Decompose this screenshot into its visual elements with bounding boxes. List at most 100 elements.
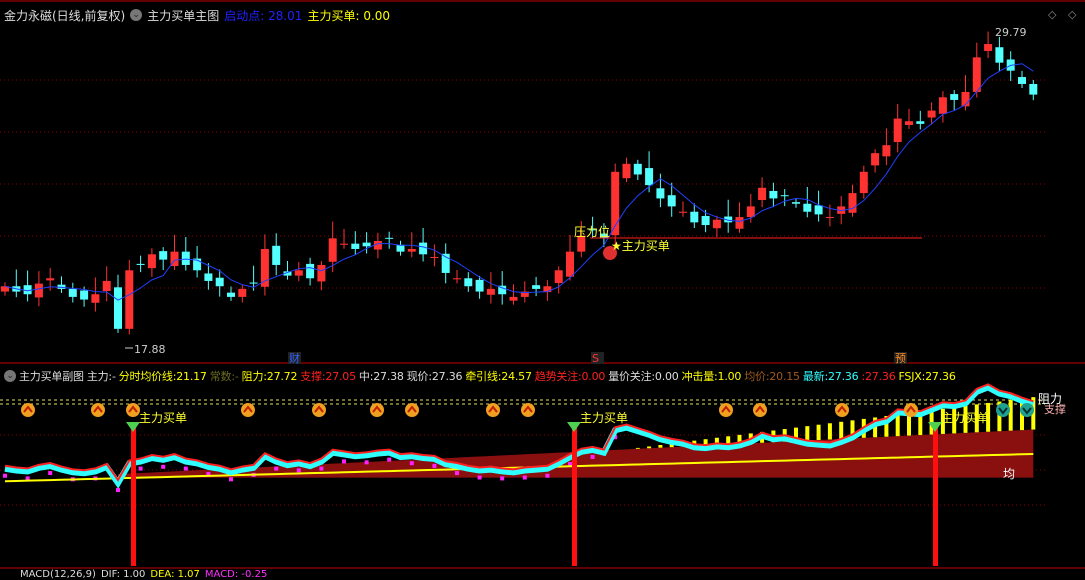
candle-down [114,287,122,329]
candle-down [362,242,371,247]
up-arrow-icon [405,403,419,417]
candle-down [995,47,1004,63]
yellow-bar [647,446,652,449]
candle-up [147,254,156,269]
magenta-bar [48,471,53,476]
magenta-bar [229,477,233,482]
magenta-bar [319,466,324,471]
candle-down [780,195,789,197]
high-price-label: 29.79 [995,26,1027,39]
candle-down [396,244,405,252]
candle-up [486,288,495,295]
magenta-bar [138,466,143,471]
buy-signal-triangle-icon [567,422,581,432]
candle-down [306,263,315,279]
up-arrow-icon [126,403,140,417]
candle-up [554,270,563,284]
avg-label: 均 [1003,467,1015,481]
magenta-bar [500,476,505,481]
up-arrow-icon [753,403,767,417]
candle-up [294,270,303,276]
candle-up [746,206,755,218]
candle-down [68,288,77,297]
magenta-bar [590,454,595,459]
candle-down [464,278,473,287]
candle-up [622,163,631,179]
candle-down [701,215,710,226]
candle-down [136,263,145,265]
candle-down [814,205,823,215]
candle-up [825,217,834,219]
magenta-bar [455,471,459,476]
buy-signal-bar [131,428,136,566]
candle-down [215,277,224,287]
event-cai-marker: 财 [289,351,300,365]
magenta-bar [364,460,369,465]
candle-up [34,283,43,298]
candle-up [758,187,767,201]
up-arrow-icon [719,403,733,417]
kline-chart[interactable]: 17.8829.79压力位★主力买单财 S 预主力买单 主力买单 主力买单阻力支撑均 [0,0,1085,580]
candle-down [690,211,699,223]
candle-up [938,97,947,114]
candle-up [905,121,913,125]
up-arrow-icon [241,403,255,417]
event-s-marker: S [592,352,599,365]
sub-buy-label: 主力买单 [580,411,628,425]
magenta-bar [183,466,188,471]
yellow-bar [805,426,810,441]
candle-down [916,121,925,124]
buy-signal-bar [933,428,938,566]
magenta-bar [161,464,166,469]
candle-up [871,153,880,166]
candle-down [181,251,190,265]
candle-down [1029,83,1038,95]
candle-down [803,203,812,212]
candle-up [972,57,981,92]
candle-up [430,256,439,258]
candle-down [950,94,959,100]
candle-down [80,290,89,300]
pressure-label: 压力位 [574,224,610,239]
candle-down [227,292,235,297]
candle-down [385,237,394,239]
candle-up [91,294,100,303]
main-buy-label: ★主力买单 [611,239,670,253]
magenta-bar [545,473,550,478]
candle-up [893,118,902,142]
magenta-bar [387,457,392,462]
candle-down [656,188,665,199]
yellow-bar [816,424,821,441]
candle-up [848,193,857,213]
candle-up [927,110,936,118]
magenta-bar [296,468,301,473]
candle-up [407,248,416,252]
buy-signal-bar [572,428,577,566]
magenta-bar [342,459,346,464]
candle-up [712,219,721,229]
candle-up [882,145,891,157]
candle-down [1018,77,1026,84]
ma-line [4,63,1034,301]
candle-up [859,171,868,194]
up-arrow-icon [312,403,326,417]
yellow-bar [1008,400,1013,431]
candle-up [125,270,134,329]
magenta-bar [409,461,414,466]
candle-up [238,288,247,297]
candle-down [667,195,676,207]
down-arrow-icon [1020,403,1034,417]
candle-down [23,285,32,295]
candle-down [419,242,428,255]
candle-up [102,280,111,292]
candle-up [453,278,461,280]
yellow-bar [827,423,832,440]
up-arrow-icon [21,403,35,417]
event-yu-marker: 预 [895,352,906,365]
up-arrow-icon [904,403,918,417]
candle-down [633,163,642,175]
yellow-bar [895,414,900,437]
magenta-bar [3,473,7,478]
buy-signal-triangle-icon [126,422,140,432]
low-price-label: 17.88 [134,343,166,356]
